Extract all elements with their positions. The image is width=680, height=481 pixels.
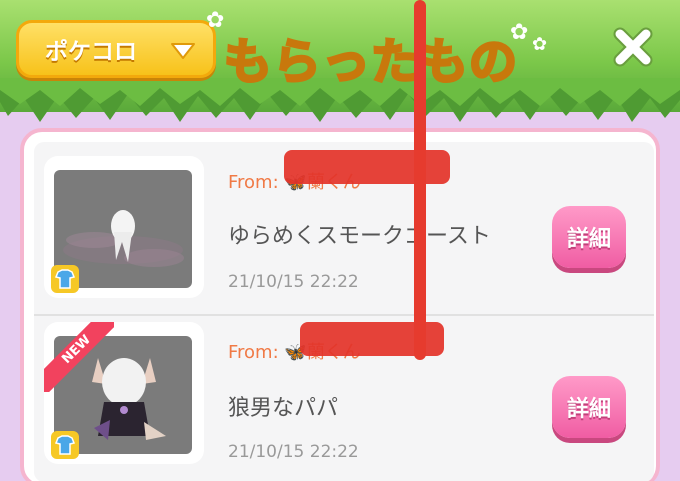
received-date: 21/10/15 22:22 — [228, 272, 359, 292]
flower-icon: ✿ — [510, 20, 529, 45]
header: ポケコロ もらったもの ✿ ✿ ✿ — [0, 0, 680, 122]
chevron-down-icon — [171, 43, 195, 59]
item-thumbnail-frame[interactable] — [44, 156, 204, 298]
flower-icon: ✿ — [532, 34, 548, 55]
new-badge: NEW — [44, 322, 114, 392]
divider — [34, 314, 654, 316]
detail-button[interactable]: 詳細 — [552, 376, 626, 438]
item-name: 狼男なパパ — [228, 396, 339, 421]
dropdown-label: ポケコロ — [45, 39, 137, 65]
from-prefix: From: — [228, 172, 285, 193]
received-date: 21/10/15 22:22 — [228, 442, 359, 462]
page-title: もらったもの — [222, 33, 519, 92]
item-thumbnail-frame[interactable]: NEW — [44, 322, 204, 464]
close-icon[interactable] — [612, 26, 654, 68]
item-name: ゆらめくスモークゴースト — [228, 224, 491, 249]
detail-button[interactable]: 詳細 — [552, 206, 626, 268]
flower-icon: ✿ — [206, 8, 225, 33]
redaction-line — [414, 0, 426, 360]
new-badge-label: NEW — [44, 322, 114, 392]
from-prefix: From: — [228, 342, 285, 363]
outfit-icon — [51, 431, 79, 459]
category-dropdown[interactable]: ポケコロ — [16, 20, 216, 78]
outfit-icon — [51, 265, 79, 293]
